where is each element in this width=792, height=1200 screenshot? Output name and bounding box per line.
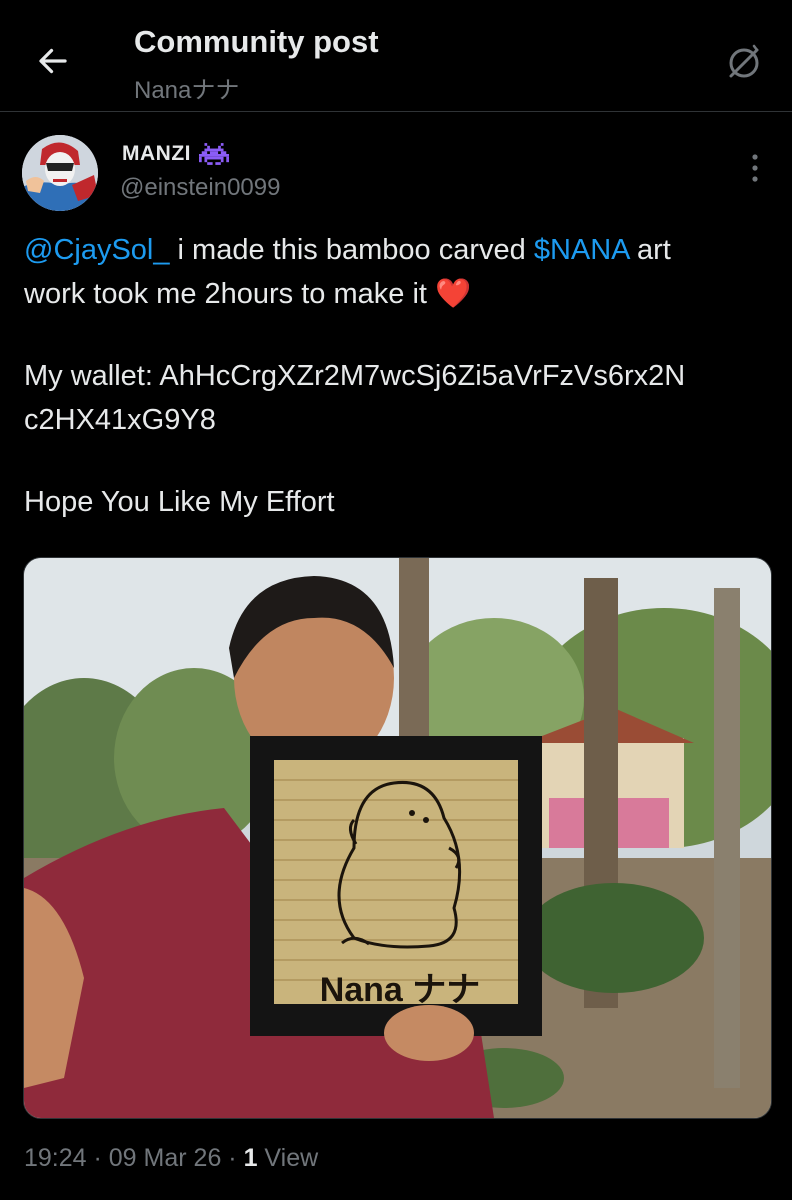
post-line-2: work took me 2hours to make it ❤️ xyxy=(24,272,774,316)
closing-line: Hope You Like My Effort xyxy=(24,486,335,518)
avatar[interactable] xyxy=(22,135,98,211)
top-app-bar: Community post Nanaナナ xyxy=(0,0,792,112)
community-name[interactable]: Nanaナナ xyxy=(134,70,239,105)
more-options-button[interactable] xyxy=(738,148,772,188)
author-display-name[interactable]: MANZI xyxy=(122,142,191,166)
wallet-line-2: c2HX41xG9Y8 xyxy=(24,404,216,436)
views-label: View xyxy=(257,1144,319,1172)
post-time[interactable]: 19:24 xyxy=(24,1144,87,1172)
avatar-image xyxy=(22,135,98,211)
post-text-segment: art xyxy=(628,234,671,266)
arrow-left-icon xyxy=(39,48,67,74)
frame-caption: Nana ナナ xyxy=(319,971,481,1009)
grok-button[interactable] xyxy=(722,40,766,84)
post-date[interactable]: 09 Mar 26 xyxy=(109,1144,222,1172)
post-photo[interactable]: Nana ナナ xyxy=(23,557,772,1119)
author-name-row[interactable]: MANZI xyxy=(122,142,229,166)
post-metadata: 19:24 · 09 Mar 26 · 1 View xyxy=(24,1144,318,1173)
heart-emoji: ❤️ xyxy=(435,278,472,310)
meta-separator: · xyxy=(86,1144,109,1172)
post-line-1: @CjaySol_ i made this bamboo carved $NAN… xyxy=(24,228,774,272)
page-title: Community post xyxy=(134,24,379,59)
wallet-line-1: My wallet: AhHcCrgXZr2M7wcSj6Zi5aVrFzVs6… xyxy=(24,360,686,392)
photo-image xyxy=(24,558,771,1118)
back-button[interactable] xyxy=(30,38,76,84)
post-text-segment: work took me 2hours to make it xyxy=(24,278,427,310)
cashtag-link[interactable]: $NANA xyxy=(534,234,629,266)
more-vertical-icon xyxy=(752,154,758,182)
post-text-segment: i made this bamboo carved xyxy=(169,234,534,266)
post-text: @CjaySol_ i made this bamboo carved $NAN… xyxy=(24,228,774,524)
space-invader-icon xyxy=(199,143,229,165)
author-handle[interactable]: @einstein0099 xyxy=(120,174,280,202)
mention-link[interactable]: @CjaySol_ xyxy=(24,234,170,266)
view-count: 1 xyxy=(243,1144,258,1172)
grok-icon xyxy=(729,44,759,78)
meta-separator: · xyxy=(221,1144,244,1172)
